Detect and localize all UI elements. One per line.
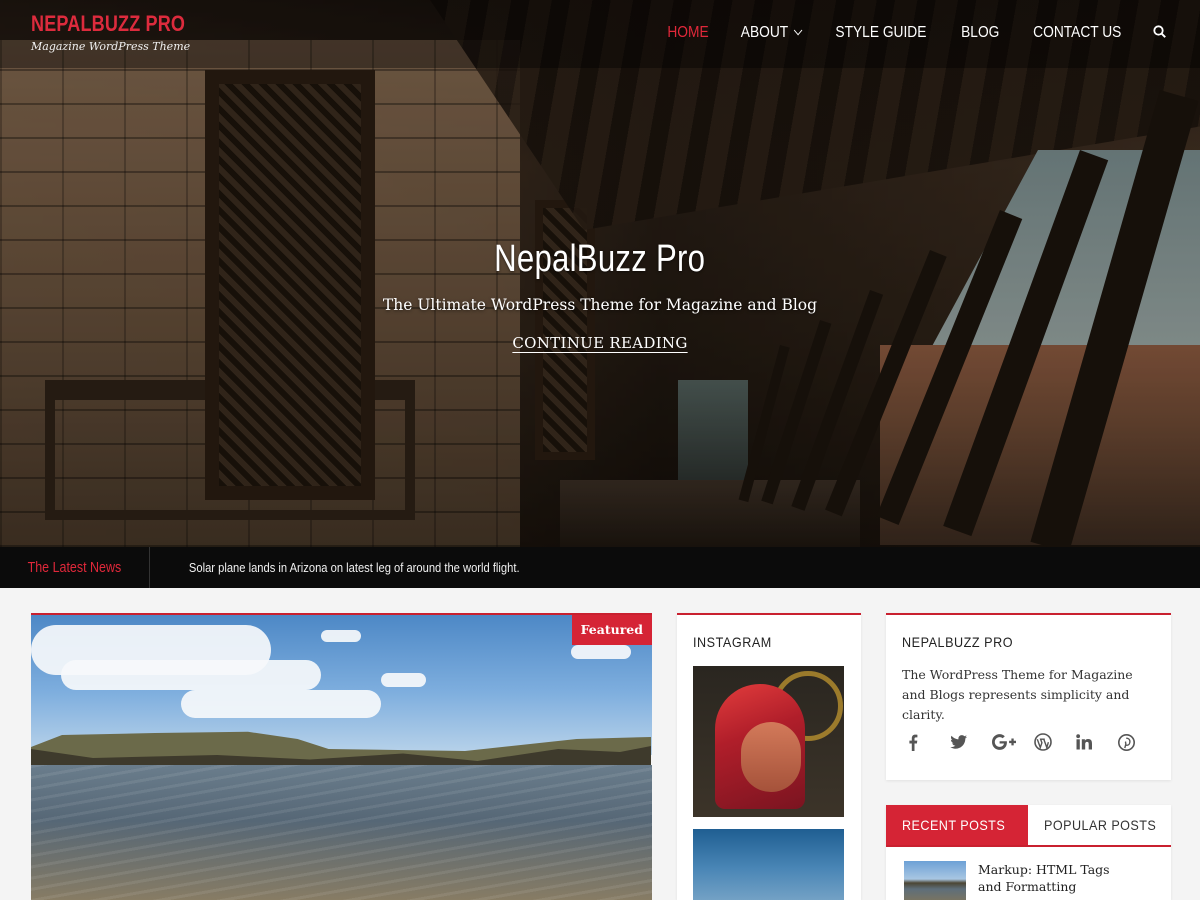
site-branding[interactable]: NEPALBUZZ PRO Magazine WordPress Theme xyxy=(31,11,219,53)
list-item[interactable]: Markup: HTML Tags and Formatting xyxy=(904,861,1128,900)
about-widget-title: NEPALBUZZ PRO xyxy=(902,634,1014,650)
facebook-icon[interactable] xyxy=(908,731,950,753)
search-icon[interactable] xyxy=(1153,23,1166,42)
hero-content: NepalBuzz Pro The Ultimate WordPress The… xyxy=(0,238,1200,352)
nav-item-home[interactable]: HOME xyxy=(667,24,708,42)
instagram-widget-title: INSTAGRAM xyxy=(693,634,772,650)
pinterest-icon[interactable] xyxy=(1118,731,1160,753)
social-links xyxy=(908,731,1160,753)
about-widget: NEPALBUZZ PRO The WordPress Theme for Ma… xyxy=(886,613,1171,780)
cloud xyxy=(571,645,631,659)
posts-tab-row: RECENT POSTS POPULAR POSTS xyxy=(886,805,1171,847)
nav-item-blog[interactable]: BLOG xyxy=(961,24,999,42)
continue-reading-link[interactable]: CONTINUE READING xyxy=(512,334,687,352)
ticker-headline[interactable]: Solar plane lands in Arizona on latest l… xyxy=(162,560,546,575)
instagram-photo[interactable] xyxy=(693,829,844,900)
featured-badge[interactable]: Featured xyxy=(571,615,652,645)
site-header: NEPALBUZZ PRO Magazine WordPress Theme H… xyxy=(0,0,1200,68)
post-thumbnail[interactable] xyxy=(904,861,966,900)
main-navigation: HOME ABOUT STYLE GUIDE BLOG CONTACT US xyxy=(640,23,1166,42)
chevron-down-icon xyxy=(793,25,803,36)
google-plus-icon[interactable] xyxy=(992,731,1034,753)
wordpress-icon[interactable] xyxy=(1034,731,1076,753)
tab-popular-posts[interactable]: POPULAR POSTS xyxy=(1028,805,1170,845)
hero-title: NepalBuzz Pro xyxy=(494,238,706,280)
site-title[interactable]: NEPALBUZZ PRO xyxy=(31,11,185,37)
instagram-widget: INSTAGRAM xyxy=(677,613,861,900)
linkedin-icon[interactable] xyxy=(1076,731,1118,753)
post-title[interactable]: Markup: HTML Tags and Formatting xyxy=(978,861,1128,900)
cloud xyxy=(381,673,426,687)
ticker-label: The Latest News xyxy=(0,547,150,588)
site-tagline: Magazine WordPress Theme xyxy=(31,40,191,53)
photo-face xyxy=(741,722,801,792)
posts-tabs-widget: RECENT POSTS POPULAR POSTS Markup: HTML … xyxy=(886,805,1171,900)
hero-banner: NepalBuzz Pro The Ultimate WordPress The… xyxy=(0,0,1200,547)
about-widget-text: The WordPress Theme for Magazine and Blo… xyxy=(902,667,1133,722)
cloud xyxy=(321,630,361,642)
nav-item-about[interactable]: ABOUT xyxy=(740,23,803,42)
featured-water xyxy=(31,765,652,900)
cloud xyxy=(181,690,381,718)
instagram-photo[interactable] xyxy=(693,666,844,817)
cloud xyxy=(61,660,321,690)
nav-item-about-label: ABOUT xyxy=(740,23,789,41)
nav-item-contact-us[interactable]: CONTACT US xyxy=(1034,24,1122,42)
hero-subtitle: The Ultimate WordPress Theme for Magazin… xyxy=(382,296,818,314)
featured-post-image[interactable]: Featured xyxy=(31,613,652,900)
nav-item-style-guide[interactable]: STYLE GUIDE xyxy=(836,24,927,42)
twitter-icon[interactable] xyxy=(950,731,992,753)
latest-news-ticker: The Latest News Solar plane lands in Ari… xyxy=(0,547,1200,588)
tab-recent-posts[interactable]: RECENT POSTS xyxy=(886,805,1028,845)
